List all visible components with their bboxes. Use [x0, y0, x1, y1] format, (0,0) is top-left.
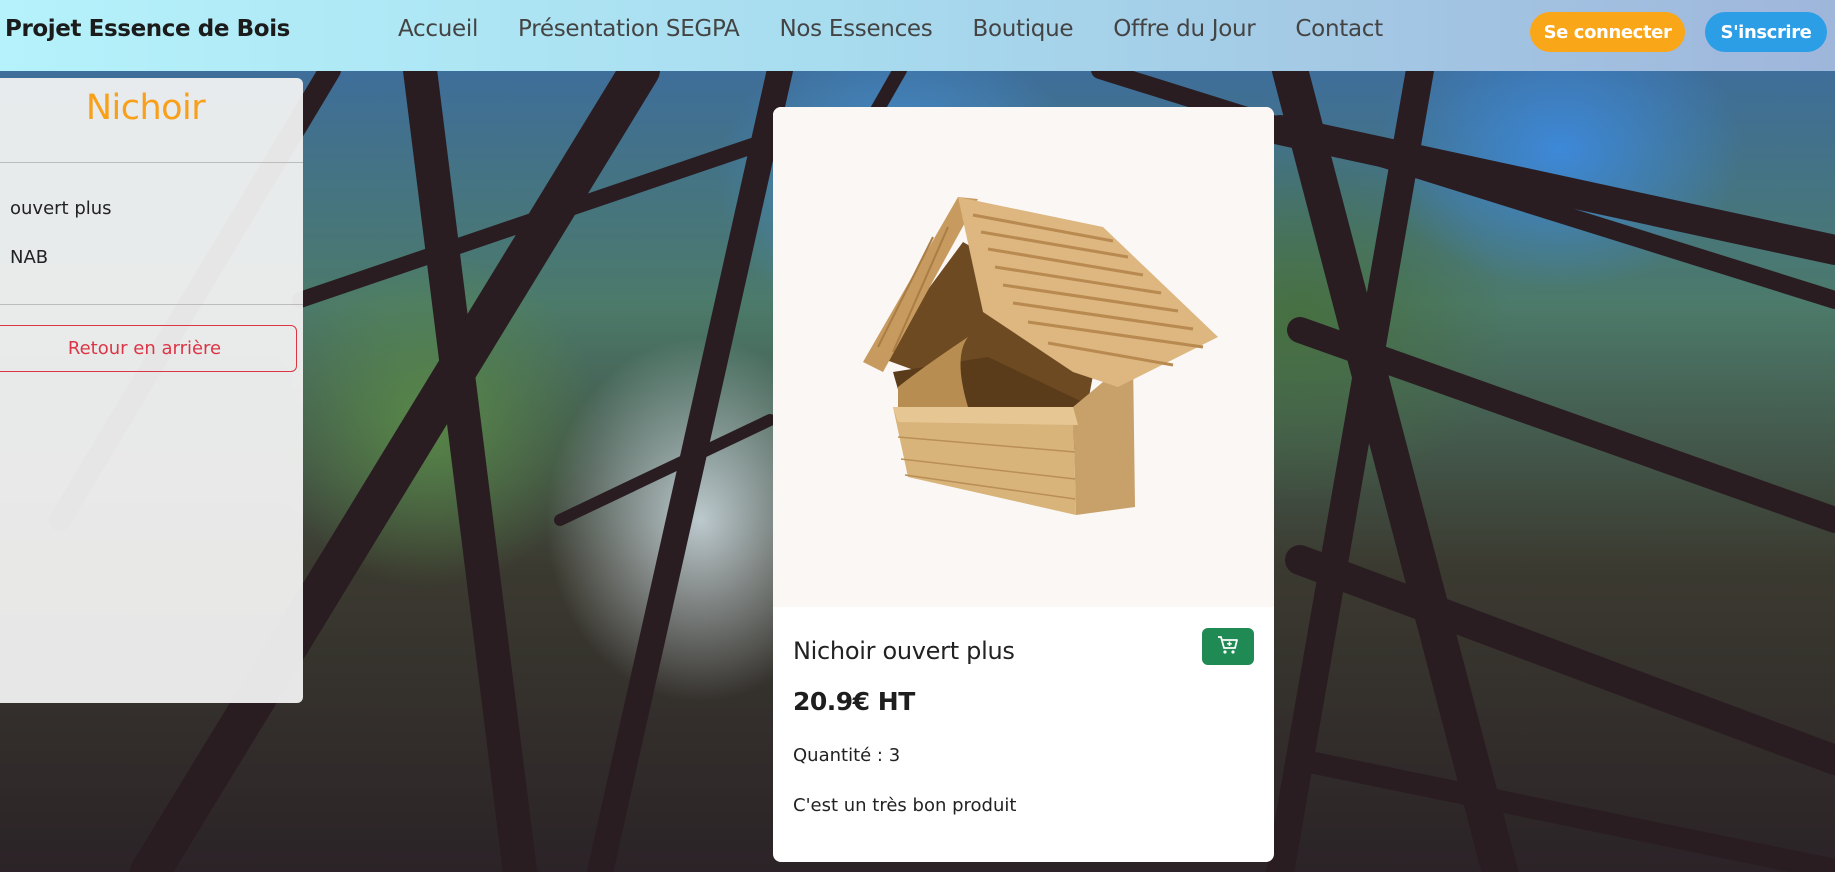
product-image — [773, 107, 1274, 607]
category-sidebar: Nichoir ouvert plus NAB Retour en arrièr… — [0, 78, 303, 703]
nav-presentation-segpa[interactable]: Présentation SEGPA — [518, 16, 740, 42]
cart-plus-icon — [1217, 635, 1239, 659]
main-nav: Accueil Présentation SEGPA Nos Essences … — [398, 16, 1423, 42]
add-to-cart-button[interactable] — [1202, 628, 1254, 665]
divider — [0, 162, 303, 163]
site-brand[interactable]: Projet Essence de Bois — [5, 16, 290, 42]
nav-accueil[interactable]: Accueil — [398, 16, 478, 42]
product-card: Nichoir ouvert plus 20.9€ HT Quantité : … — [773, 107, 1274, 862]
product-quantity: Quantité : 3 — [793, 745, 901, 766]
nav-offre-du-jour[interactable]: Offre du Jour — [1113, 16, 1255, 42]
sidebar-product-name: ouvert plus — [10, 198, 112, 219]
signup-button[interactable]: S'inscrire — [1705, 12, 1827, 52]
nav-nos-essences[interactable]: Nos Essences — [779, 16, 932, 42]
login-button[interactable]: Se connecter — [1530, 12, 1685, 52]
product-title: Nichoir ouvert plus — [793, 637, 1015, 665]
top-navbar: Projet Essence de Bois Accueil Présentat… — [0, 0, 1835, 71]
nav-boutique[interactable]: Boutique — [972, 16, 1073, 42]
nav-contact[interactable]: Contact — [1295, 16, 1383, 42]
back-button[interactable]: Retour en arrière — [0, 325, 297, 372]
sidebar-title: Nichoir — [85, 88, 206, 128]
divider — [0, 304, 303, 305]
product-price: 20.9€ HT — [793, 687, 915, 716]
sidebar-product-code: NAB — [10, 247, 49, 268]
product-description: C'est un très bon produit — [793, 795, 1017, 816]
